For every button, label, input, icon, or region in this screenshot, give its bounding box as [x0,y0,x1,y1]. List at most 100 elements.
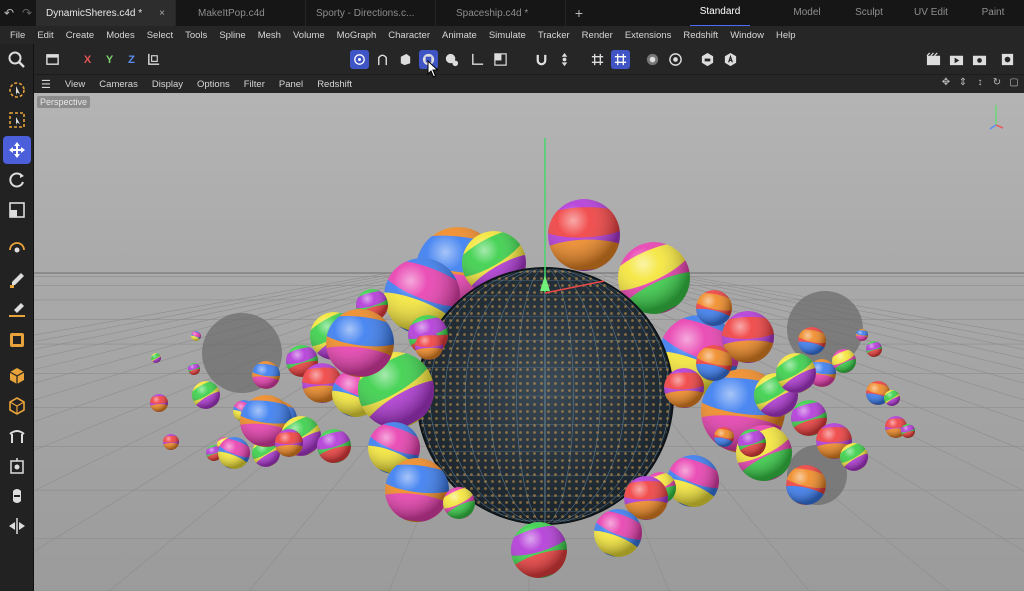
quantize-icon[interactable] [611,50,630,69]
mouse-cursor-icon [427,60,439,78]
menu-mograph[interactable]: MoGraph [331,30,383,41]
undo-icon[interactable]: ↶ [0,6,18,20]
workplane-icon[interactable] [468,50,487,69]
menu-mesh[interactable]: Mesh [252,30,287,41]
redshift-render-view-icon[interactable] [998,50,1017,69]
view-menu-redshift[interactable]: Redshift [310,79,359,90]
view-menu-filter[interactable]: Filter [237,79,272,90]
tab-spaceship[interactable]: Spaceship.c4d * [436,0,566,26]
menu-edit[interactable]: Edit [31,30,59,41]
brush-tool-icon[interactable] [3,296,31,324]
tab-label: Sporty - Directions.c... [316,7,415,19]
render-settings-icon[interactable] [924,50,943,69]
tab-label: MakeItPop.c4d [198,7,265,19]
axis-mode-icon[interactable] [3,452,31,480]
scale-tool-icon[interactable] [3,196,31,224]
maximize-view-icon[interactable]: ▢ [1008,77,1020,91]
view-menu-view[interactable]: View [58,79,92,90]
search-icon[interactable] [3,46,31,74]
view-axis-indicator [989,105,1004,130]
layout-switcher: Standard Model Sculpt UV Edit Paint [690,0,1024,27]
layout-tab-sculpt[interactable]: Sculpt [838,0,900,26]
snap-settings-icon[interactable] [555,50,574,69]
layout-tab-uv-edit[interactable]: UV Edit [900,0,962,26]
weight-tool-icon[interactable] [3,482,31,510]
object-tag-icon[interactable] [698,50,717,69]
symmetry-icon[interactable] [3,512,31,540]
scene-canvas[interactable] [34,93,1024,591]
viewport-menu-icon[interactable]: ☰ [34,78,58,91]
dolly-icon[interactable]: ↕ [974,77,986,91]
close-tab-icon[interactable]: × [159,8,165,19]
object-mode-icon[interactable] [3,392,31,420]
menu-volume[interactable]: Volume [287,30,331,41]
grid-snap-icon[interactable] [588,50,607,69]
render-view-icon[interactable] [643,50,662,69]
view-menu-panel[interactable]: Panel [272,79,310,90]
polygon-mode-icon[interactable] [3,326,31,354]
view-menu-cameras[interactable]: Cameras [92,79,145,90]
knife-tool-icon[interactable] [3,266,31,294]
tab-dynamicsheres[interactable]: DynamicSheres.c4d * × [36,0,176,26]
edit-render-settings-icon[interactable] [970,50,989,69]
lock-x-axis-button[interactable]: X [78,50,97,69]
perspective-viewport[interactable]: Perspective [34,93,1024,591]
main-menu-bar: File Edit Create Modes Select Tools Spli… [0,26,1024,44]
viewport-menu-bar: ☰ View Cameras Display Options Filter Pa… [34,74,1024,93]
menu-extensions[interactable]: Extensions [619,30,677,41]
menu-modes[interactable]: Modes [100,30,141,41]
menu-tools[interactable]: Tools [179,30,213,41]
axis-z-label: Z [128,53,135,66]
layout-tab-model[interactable]: Model [776,0,838,26]
edges-mode-icon[interactable] [373,50,392,69]
menu-create[interactable]: Create [60,30,101,41]
lock-y-axis-button[interactable]: Y [100,50,119,69]
rotate-tool-icon[interactable] [3,166,31,194]
view-menu-options[interactable]: Options [190,79,237,90]
menu-file[interactable]: File [4,30,31,41]
asset-browser-icon[interactable] [721,50,740,69]
redo-icon[interactable]: ↷ [18,6,36,20]
render-region-icon[interactable] [666,50,685,69]
layout-tab-standard[interactable]: Standard [690,0,750,27]
axis-x-label: X [83,53,92,66]
menu-tracker[interactable]: Tracker [532,30,576,41]
pan-icon[interactable]: ✥ [940,77,952,91]
menu-render[interactable]: Render [576,30,619,41]
coordinate-system-icon[interactable] [43,50,62,69]
view-menu-display[interactable]: Display [145,79,190,90]
orbit-icon[interactable]: ↻ [991,77,1003,91]
menu-character[interactable]: Character [382,30,436,41]
viewport-camera-label[interactable]: Perspective [37,96,91,108]
box-selection-icon[interactable] [3,106,31,134]
points-mode-icon[interactable] [350,50,369,69]
zoom-icon[interactable]: ⇕ [957,77,969,91]
model-mode-icon[interactable] [3,362,31,390]
move-tool-icon[interactable] [3,136,31,164]
axis-y-label: Y [105,53,114,66]
snap-magnet-icon[interactable] [532,50,551,69]
live-selection-icon[interactable] [3,76,31,104]
tab-makeitpop[interactable]: MakeItPop.c4d [176,0,306,26]
menu-help[interactable]: Help [770,30,802,41]
tab-sporty[interactable]: Sporty - Directions.c... [306,0,436,26]
render-to-picture-viewer-icon[interactable] [947,50,966,69]
menu-select[interactable]: Select [141,30,179,41]
lock-z-axis-button[interactable]: Z [122,50,141,69]
menu-animate[interactable]: Animate [436,30,483,41]
viewport-navigation: ✥ ⇕ ↕ ↻ ▢ [940,77,1020,91]
tab-label: Spaceship.c4d * [456,7,529,19]
texture-mode-icon[interactable] [3,422,31,450]
transform-tool-icon[interactable] [3,234,31,262]
menu-simulate[interactable]: Simulate [483,30,532,41]
solo-icon[interactable] [491,50,510,69]
polygons-mode-icon[interactable] [396,50,415,69]
main-toolbar: X Y Z [34,44,1024,74]
selection-filter-icon[interactable] [442,50,461,69]
layout-tab-paint[interactable]: Paint [962,0,1024,26]
menu-redshift[interactable]: Redshift [677,30,724,41]
menu-window[interactable]: Window [724,30,770,41]
menu-spline[interactable]: Spline [213,30,251,41]
add-tab-button[interactable]: + [566,5,592,21]
coordinate-mode-icon[interactable] [144,50,163,69]
